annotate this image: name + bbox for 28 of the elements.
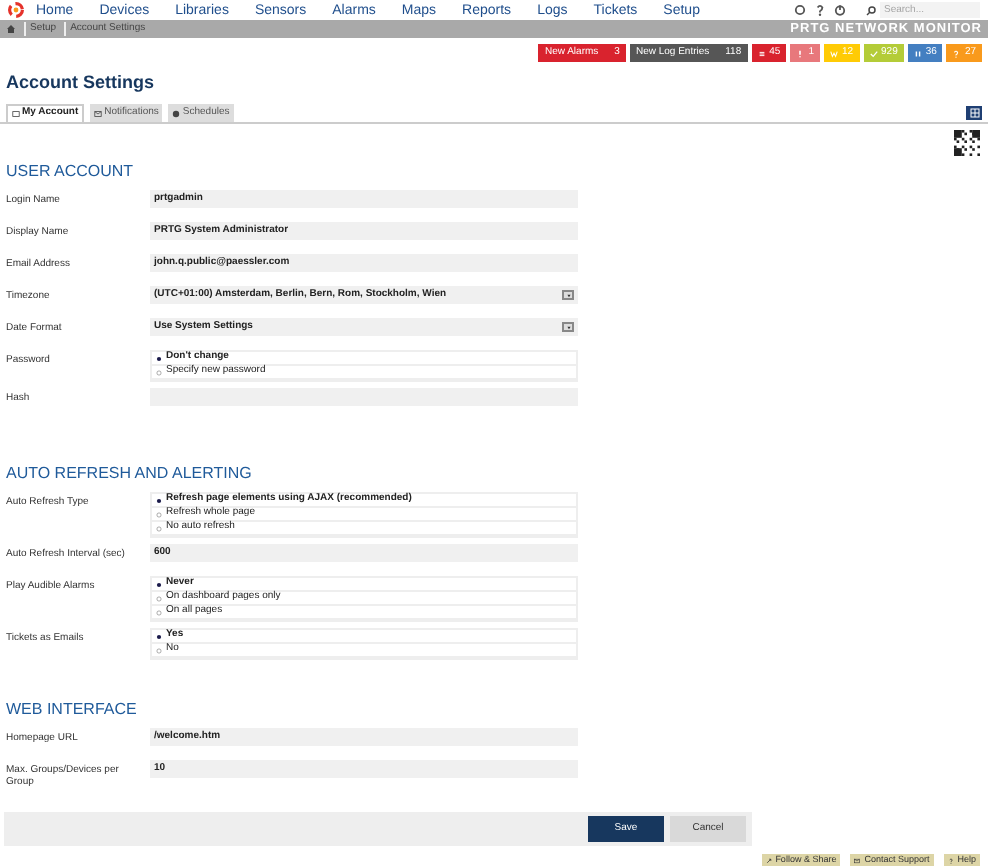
radio-icon (156, 355, 162, 361)
page-title: Account Settings (6, 74, 155, 92)
logo-icon (8, 2, 24, 18)
down-status-icon (757, 49, 766, 57)
refresh-icon (794, 4, 806, 16)
share-icon (765, 857, 772, 863)
tab-icon (94, 109, 103, 117)
tab-icon (12, 110, 20, 118)
caret-icon (565, 325, 571, 329)
radio-icon (156, 633, 162, 639)
grid-icon (969, 108, 979, 118)
mail-icon (854, 857, 861, 863)
up-status-icon (869, 49, 878, 57)
caret-icon (565, 293, 571, 297)
tab-icon (172, 109, 181, 117)
info-button[interactable] (966, 106, 982, 120)
radio-icon (156, 497, 162, 503)
power-icon (834, 4, 846, 16)
section-heading: USER ACCOUNT (6, 164, 136, 180)
section-heading: AUTO REFRESH AND ALERTING (6, 466, 254, 482)
help-icon (947, 857, 954, 863)
radio-icon (156, 581, 162, 587)
help-icon (814, 4, 826, 16)
qr-code-icon (954, 130, 980, 156)
warning-status-icon (829, 49, 838, 57)
home-icon (6, 24, 16, 34)
search-icon (866, 5, 876, 15)
section-heading: WEB INTERFACE (6, 702, 139, 718)
